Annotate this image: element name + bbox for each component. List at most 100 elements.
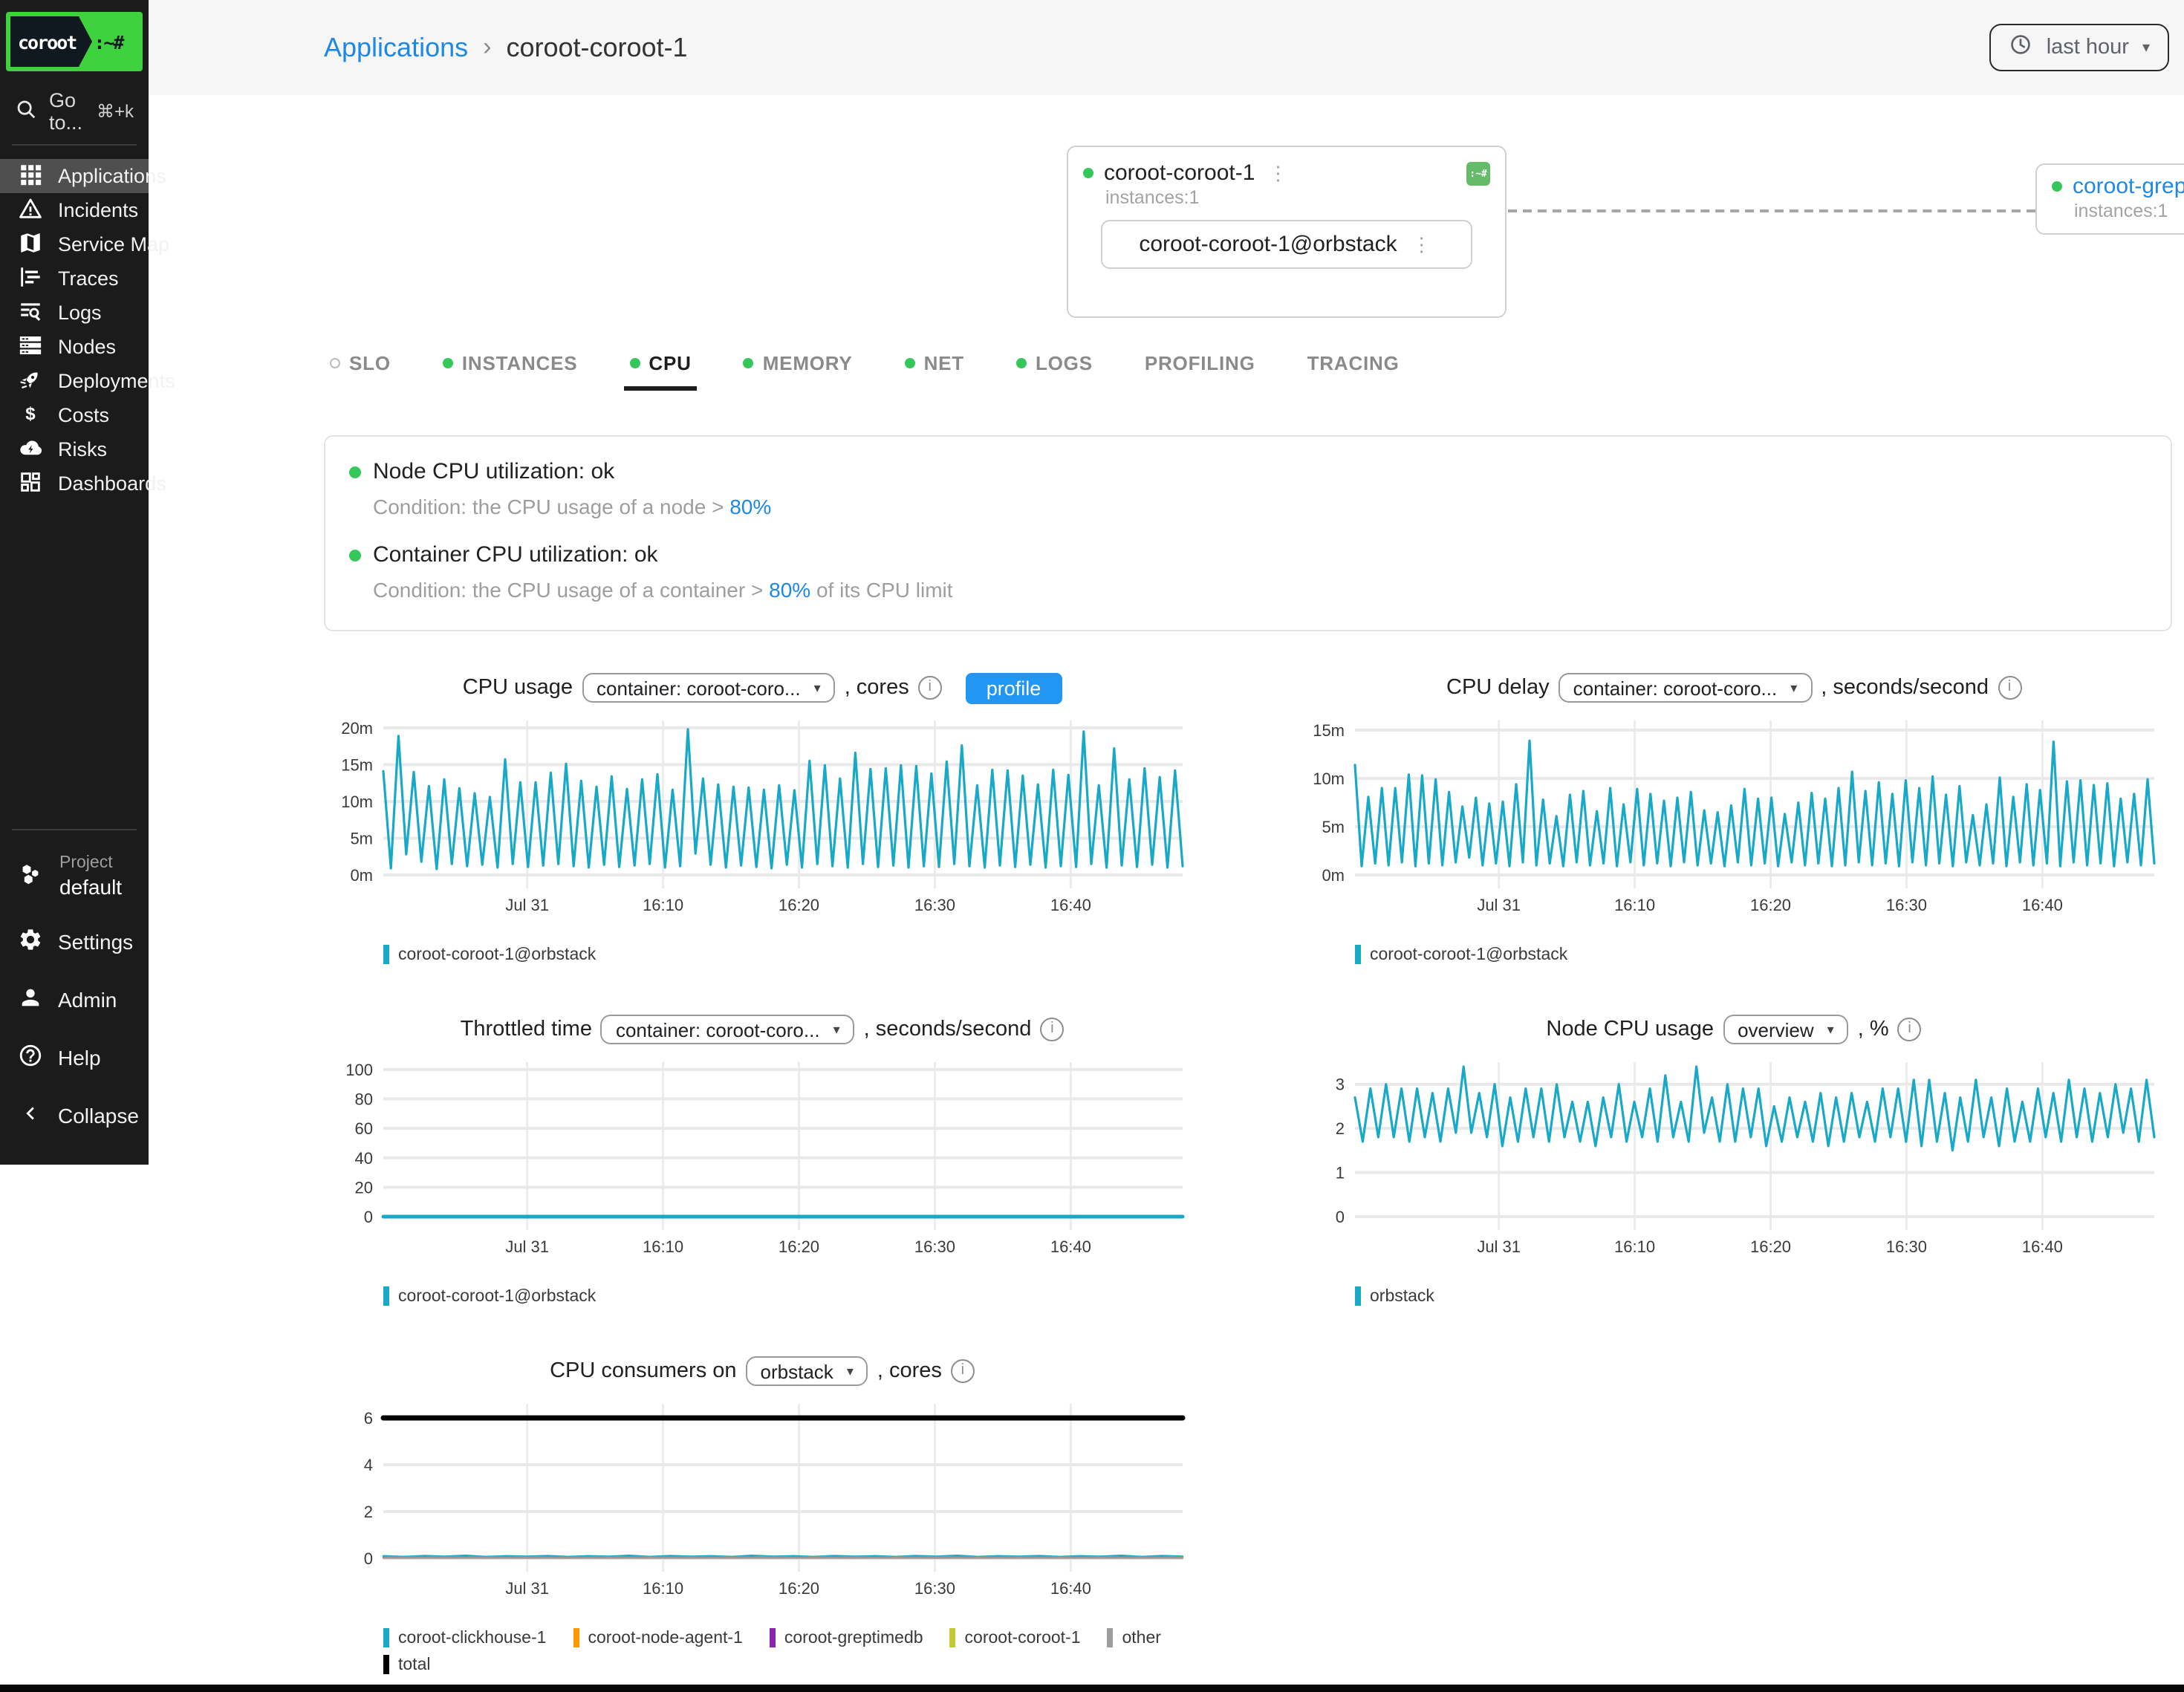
chart-node-cpu-usage: Node CPU usageoverview▾, %iJul 3116:1016… [1296,1009,2172,1306]
legend-item[interactable]: orbstack [1355,1286,1434,1306]
app-name[interactable]: coroot-coroot-1 [1104,160,1255,186]
goto-search[interactable]: Go to... ⌘+k [0,92,149,131]
check-threshold[interactable]: 80% [769,578,810,602]
svg-text:20m: 20m [341,719,373,738]
sidebar-item-applications[interactable]: Applications [0,159,149,193]
sidebar-item-deployments[interactable]: Deployments [0,364,149,398]
check-condition: Condition: the CPU usage of a container … [373,578,769,602]
chart-title: Throttled time [461,1018,592,1041]
legend-item[interactable]: coroot-greptimedb [770,1628,923,1647]
check-threshold[interactable]: 80% [729,495,771,518]
upstream-name[interactable]: coroot-greptimedb [2073,174,2184,199]
svg-text:16:20: 16:20 [1750,1237,1791,1256]
sidebar-item-traces[interactable]: Traces [0,261,149,296]
chart-plot: Jul 3116:1016:2016:3016:400m5m10m15m [1296,712,2160,920]
legend-label: coroot-clickhouse-1 [398,1629,546,1647]
metric-selector-dropdown[interactable]: overview▾ [1723,1015,1849,1044]
chart-plot: Jul 3116:1016:2016:3016:400123 [1296,1053,2160,1261]
sidebar-item-incidents[interactable]: Incidents [0,193,149,227]
chart-cpu-usage: CPU usagecontainer: coroot-coro...▾, cor… [324,667,1200,964]
chart-title: CPU delay [1446,676,1550,700]
tab-profiling[interactable]: PROFILING [1139,345,1261,391]
coroot-logo[interactable]: coroot :~# [6,12,143,71]
tab-slo[interactable]: SLO [324,345,397,391]
legend-label: total [398,1656,431,1673]
map-icon [18,230,43,259]
legend-swatch-icon [383,1286,389,1306]
metric-selector-dropdown[interactable]: container: coroot-coro...▾ [582,673,836,703]
cpu-status-panel: Node CPU utilization: ok Condition: the … [324,435,2172,631]
info-icon[interactable]: i [918,676,942,700]
tab-net[interactable]: NET [899,345,970,391]
breadcrumb-chevron-icon: › [483,33,491,62]
metric-selector-dropdown[interactable]: orbstack▾ [746,1356,868,1386]
coroot-logo-arrow-icon [79,16,92,67]
dropdown-arrow-icon: ▾ [1790,680,1797,696]
chart-plot: Jul 3116:1016:2016:3016:400246 [324,1395,1189,1603]
info-icon[interactable]: i [1898,1018,1922,1041]
sidebar-item-help[interactable]: Help [0,1028,149,1086]
instance-kebab-icon[interactable]: ⋮ [1409,232,1434,256]
breadcrumb-applications-link[interactable]: Applications [324,32,468,63]
legend-item[interactable]: coroot-node-agent-1 [573,1628,742,1647]
tab-cpu[interactable]: CPU [623,345,697,391]
profile-button[interactable]: profile [966,672,1062,703]
tab-tracing[interactable]: TRACING [1301,345,1405,391]
instance-name[interactable]: coroot-coroot-1@orbstack [1139,232,1397,257]
instance-box[interactable]: coroot-coroot-1@orbstack ⋮ [1101,220,1472,269]
info-icon[interactable]: i [951,1359,975,1383]
tab-label: INSTANCES [462,352,578,374]
app-status-dot [1083,168,1093,178]
app-kebab-icon[interactable]: ⋮ [1265,161,1290,185]
check-title: Container CPU utilization: ok [373,542,658,567]
info-icon[interactable]: i [1998,676,2021,700]
legend-item[interactable]: coroot-clickhouse-1 [383,1628,546,1647]
sidebar-item-label: Nodes [58,336,116,358]
sidebar-item-service-map[interactable]: Service Map [0,227,149,261]
tab-instances[interactable]: INSTANCES [437,345,584,391]
sidebar-item-risks[interactable]: Risks [0,432,149,466]
legend-item[interactable]: total [383,1655,431,1674]
sidebar-item-label: Traces [58,267,119,290]
chart-plot: Jul 3116:1016:2016:3016:40020406080100 [324,1053,1189,1261]
legend-item[interactable]: other [1108,1628,1161,1647]
upstream-instances-label: instances:1 [2074,201,2184,221]
sidebar-item-collapse[interactable]: Collapse [0,1086,149,1144]
chart-title: Node CPU usage [1546,1018,1714,1041]
check-condition: Condition: the CPU usage of a node > [373,495,729,518]
coroot-app-window: coroot :~# Go to... ⌘+k ApplicationsInci… [0,0,2184,1692]
time-range-picker[interactable]: last hour ▾ [1990,24,2169,71]
metric-selector-dropdown[interactable]: container: coroot-coro...▾ [601,1015,855,1044]
legend-item[interactable]: coroot-coroot-1@orbstack [383,945,596,964]
svg-text:16:30: 16:30 [914,896,955,914]
legend-item[interactable]: coroot-coroot-1 [950,1628,1081,1647]
metric-selector-value: orbstack [761,1360,833,1382]
sidebar-item-nodes[interactable]: Nodes [0,330,149,364]
svg-text:16:10: 16:10 [643,896,683,914]
sidebar-item-admin[interactable]: Admin [0,970,149,1028]
tab-ok-dot-icon [744,358,754,368]
legend-item[interactable]: coroot-coroot-1@orbstack [1355,945,1567,964]
info-icon[interactable]: i [1040,1018,1064,1041]
metric-selector-dropdown[interactable]: container: coroot-coro...▾ [1559,673,1813,703]
legend-label: other [1122,1629,1161,1647]
sidebar-item-costs[interactable]: $Costs [0,398,149,432]
check-ok-dot [349,466,361,478]
sidebar-item-logs[interactable]: Logs [0,296,149,330]
tab-logs[interactable]: LOGS [1010,345,1099,391]
warning-icon [18,195,43,225]
legend-item[interactable]: coroot-coroot-1@orbstack [383,1286,596,1306]
tab-memory[interactable]: MEMORY [738,345,859,391]
sidebar-item-label: Settings [58,929,133,953]
app-coroot-badge: :~# [1466,161,1490,185]
tab-empty-dot-icon [330,358,340,368]
sidebar-item-settings[interactable]: Settings [0,912,149,970]
svg-text:Jul 31: Jul 31 [505,896,549,914]
tab-label: SLO [349,352,391,374]
sidebar-project[interactable]: Project default [0,844,149,912]
sidebar-item-dashboards[interactable]: Dashboards [0,466,149,501]
svg-text:0: 0 [364,1549,373,1568]
rocket-icon [18,366,43,396]
svg-text:16:30: 16:30 [1886,1237,1927,1256]
chart-cpu-delay: CPU delaycontainer: coroot-coro...▾, sec… [1296,667,2172,964]
